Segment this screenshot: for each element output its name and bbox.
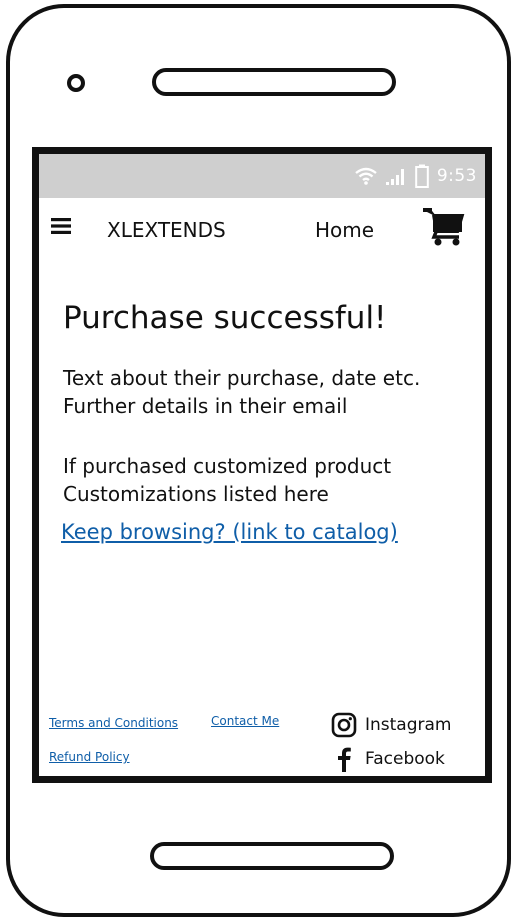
customization-line1: If purchased customized product: [63, 454, 392, 478]
facebook-label: Facebook: [365, 749, 445, 769]
status-time: 9:53: [436, 166, 477, 186]
purchase-details-line1: Text about their purchase, date etc.: [63, 366, 421, 390]
signal-icon: [385, 169, 404, 185]
menu-icon[interactable]: [51, 218, 71, 234]
instagram-link[interactable]: Instagram: [331, 712, 452, 738]
brand-name[interactable]: XLEXTENDS: [107, 218, 226, 242]
wifi-icon: [355, 167, 377, 185]
battery-icon: [415, 164, 429, 188]
phone-screen: 9:53 XLEXTENDS Home Purchase successful!: [32, 147, 492, 783]
contact-link[interactable]: Contact Me: [211, 714, 279, 728]
status-icons: 9:53: [355, 164, 477, 188]
camera-icon: [67, 74, 85, 92]
speaker-slot: [152, 68, 396, 96]
facebook-icon: [338, 747, 351, 772]
stage: 9:53 XLEXTENDS Home Purchase successful!: [0, 0, 519, 923]
refund-policy-link[interactable]: Refund Policy: [49, 750, 130, 764]
instagram-label: Instagram: [365, 715, 452, 735]
instagram-icon: [331, 712, 357, 738]
customization-line2: Customizations listed here: [63, 482, 329, 506]
facebook-link[interactable]: Facebook: [331, 746, 445, 772]
terms-link[interactable]: Terms and Conditions: [49, 716, 178, 730]
status-bar: 9:53: [39, 154, 485, 198]
page-title: Purchase successful!: [63, 300, 387, 336]
home-link[interactable]: Home: [315, 218, 374, 242]
cart-icon[interactable]: [421, 206, 465, 246]
customization-text: If purchased customized product Customiz…: [63, 452, 391, 508]
purchase-details-line2: Further details in their email: [63, 394, 348, 418]
home-hardware-button[interactable]: [150, 842, 394, 870]
catalog-link[interactable]: Keep browsing? (link to catalog): [61, 520, 398, 544]
purchase-details-text: Text about their purchase, date etc. Fur…: [63, 364, 420, 420]
app-header: XLEXTENDS Home: [39, 198, 485, 260]
